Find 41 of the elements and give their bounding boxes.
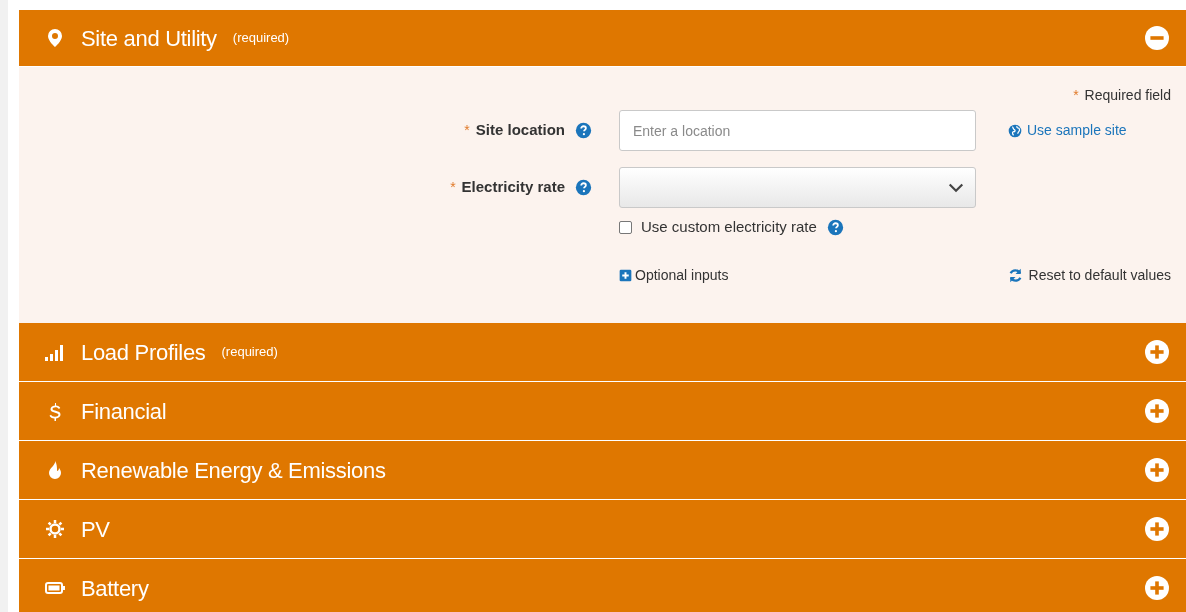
- help-icon: [575, 122, 592, 139]
- section-title: Site and Utility: [81, 24, 217, 53]
- sample-site-link[interactable]: Use sample site: [1000, 120, 1127, 141]
- section-title: PV: [81, 515, 110, 544]
- section-header[interactable]: Battery: [19, 559, 1186, 612]
- plus-square-icon: [619, 268, 632, 282]
- expand-icon: [1145, 458, 1169, 482]
- expand-icon: [1145, 340, 1169, 364]
- required-asterisk: *: [464, 121, 470, 140]
- field-label: Electricity rate: [461, 177, 565, 198]
- section-header[interactable]: Renewable Energy & Emissions: [19, 441, 1186, 500]
- expand-icon: [1145, 517, 1169, 541]
- expand-icon: [1145, 399, 1169, 423]
- location-field[interactable]: Enter a location: [619, 110, 976, 151]
- required-asterisk: *: [1073, 87, 1079, 103]
- section-header[interactable]: Load Profiles (required): [19, 323, 1186, 382]
- globe-icon: [1008, 123, 1022, 138]
- section-header[interactable]: Financial: [19, 382, 1186, 441]
- checkbox-label: Use custom electricity rate: [641, 217, 817, 237]
- help-icon: [575, 179, 592, 196]
- expand-icon: [1145, 576, 1169, 600]
- sun-icon: [45, 519, 65, 539]
- field-label: Site location: [475, 120, 565, 141]
- signal-bars-icon: [45, 342, 65, 362]
- section-header[interactable]: PV: [19, 500, 1186, 559]
- section-title: Load Profiles: [81, 338, 206, 367]
- section-header[interactable]: Site and Utility (required): [19, 10, 1186, 67]
- refresh-icon: [1007, 267, 1023, 283]
- checkbox[interactable]: [619, 220, 632, 234]
- section-title: Financial: [81, 397, 167, 426]
- collapse-icon: [1145, 26, 1169, 50]
- required-note: (required): [221, 343, 278, 362]
- section-title: Renewable Energy & Emissions: [81, 456, 386, 485]
- help-icon: [826, 218, 844, 236]
- required-note: (required): [232, 29, 290, 48]
- section-title: Battery: [81, 574, 149, 603]
- optional-inputs-link[interactable]: Optional inputs: [619, 264, 729, 286]
- required-field-note: Required field: [1084, 87, 1171, 103]
- pin-icon: [45, 28, 65, 48]
- required-asterisk: *: [450, 178, 456, 197]
- reset-link[interactable]: Reset to default values: [1007, 264, 1171, 286]
